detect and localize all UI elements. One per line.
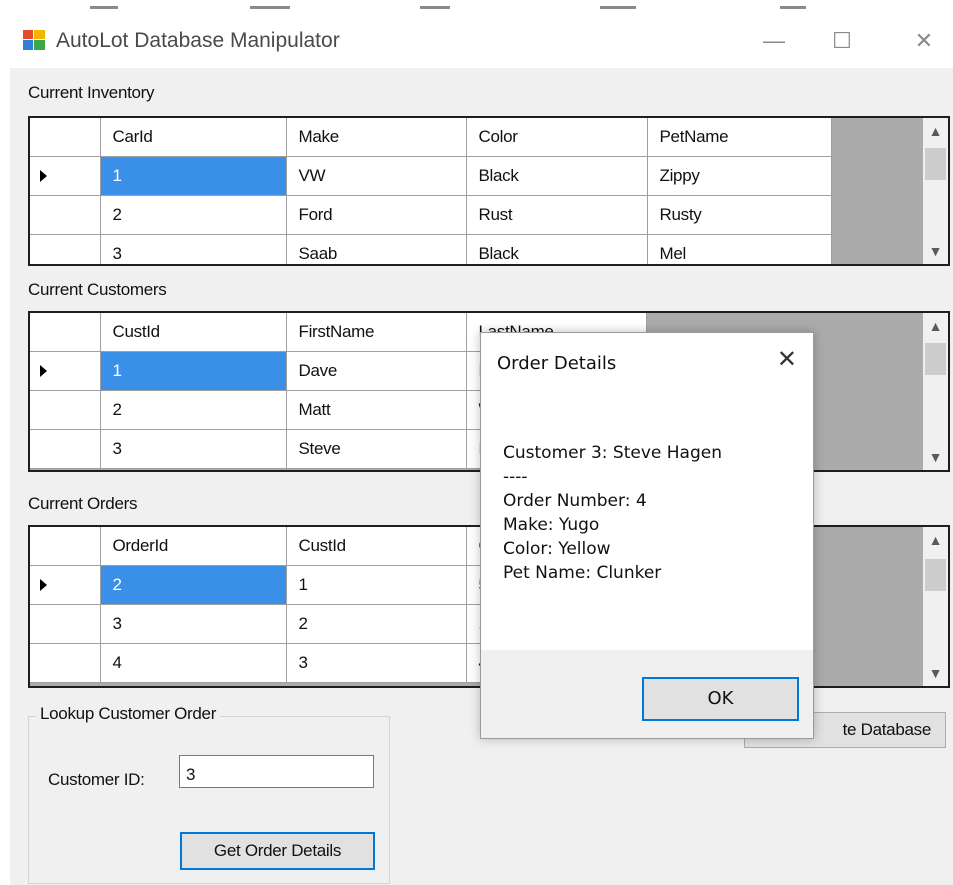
orders-label: Current Orders xyxy=(28,494,138,513)
vertical-scrollbar[interactable]: ▲ ▼ xyxy=(923,118,948,264)
table-cell[interactable]: Rusty xyxy=(647,195,832,235)
message-line: Make: Yugo xyxy=(503,515,600,535)
inventory-header-row: CarId Make Color PetName xyxy=(30,118,832,157)
customer-id-input[interactable]: 3 xyxy=(179,755,374,788)
row-header[interactable] xyxy=(30,643,101,683)
row-header-current[interactable] xyxy=(30,156,101,196)
background-fragment xyxy=(250,6,290,9)
minimize-button[interactable]: — xyxy=(754,24,794,58)
table-cell[interactable]: Black xyxy=(466,234,648,264)
scroll-up-arrow-icon[interactable]: ▲ xyxy=(923,315,948,337)
row-header[interactable] xyxy=(30,195,101,235)
column-header-make[interactable]: Make xyxy=(286,118,467,157)
column-header-carid[interactable]: CarId xyxy=(100,118,287,157)
corner-header-cell[interactable] xyxy=(30,527,101,566)
column-header-orderid[interactable]: OrderId xyxy=(100,527,287,566)
corner-header-cell[interactable] xyxy=(30,118,101,157)
background-fragment xyxy=(90,6,118,9)
scroll-thumb[interactable] xyxy=(925,559,946,591)
row-header[interactable] xyxy=(30,234,101,264)
dialog-button-area: OK xyxy=(481,650,813,738)
scroll-down-arrow-icon[interactable]: ▼ xyxy=(923,662,948,684)
background-window-strip xyxy=(0,0,953,14)
table-cell[interactable]: 3 xyxy=(100,429,287,469)
table-cell[interactable]: Matt xyxy=(286,390,467,430)
table-cell[interactable]: 3 xyxy=(100,234,287,264)
table-cell[interactable]: Ford xyxy=(286,195,467,235)
table-row[interactable]: 1 VW Black Zippy xyxy=(30,156,832,196)
table-cell[interactable]: 2 xyxy=(286,604,467,644)
table-cell[interactable]: Rust xyxy=(466,195,648,235)
message-line: Order Number: 4 xyxy=(503,491,647,511)
scroll-thumb[interactable] xyxy=(925,148,946,180)
dialog-close-icon[interactable]: ✕ xyxy=(777,345,797,373)
table-cell[interactable]: Zippy xyxy=(647,156,832,196)
inventory-table: CarId Make Color PetName 1 VW Black Zipp… xyxy=(30,118,832,264)
ok-button[interactable]: OK xyxy=(642,677,799,721)
row-header-current[interactable] xyxy=(30,351,101,391)
inventory-grid[interactable]: CarId Make Color PetName 1 VW Black Zipp… xyxy=(28,116,950,266)
table-cell[interactable]: 1 xyxy=(286,565,467,605)
row-header[interactable] xyxy=(30,390,101,430)
message-line: ---- xyxy=(503,467,528,487)
current-row-arrow-icon xyxy=(40,364,47,377)
scroll-thumb[interactable] xyxy=(925,343,946,375)
message-line: Color: Yellow xyxy=(503,539,611,559)
scroll-up-arrow-icon[interactable]: ▲ xyxy=(923,529,948,551)
table-row[interactable]: 3 Saab Black Mel xyxy=(30,234,832,264)
table-cell[interactable]: Dave xyxy=(286,351,467,391)
dialog-message: Customer 3: Steve Hagen ---- Order Numbe… xyxy=(503,441,793,585)
customers-label: Current Customers xyxy=(28,280,167,299)
vertical-scrollbar[interactable]: ▲ ▼ xyxy=(923,527,948,686)
lookup-group-title: Lookup Customer Order xyxy=(36,704,221,724)
close-button[interactable]: ✕ xyxy=(904,24,944,58)
table-cell[interactable]: 2 xyxy=(100,195,287,235)
message-line: Customer 3: Steve Hagen xyxy=(503,443,722,463)
window-title: AutoLot Database Manipulator xyxy=(56,29,340,52)
table-row[interactable]: 2 Ford Rust Rusty xyxy=(30,195,832,235)
row-header[interactable] xyxy=(30,604,101,644)
column-header-firstname[interactable]: FirstName xyxy=(286,313,467,352)
table-cell[interactable]: Mel xyxy=(647,234,832,264)
table-cell-selected[interactable]: 2 xyxy=(100,565,287,605)
table-cell[interactable]: Steve xyxy=(286,429,467,469)
background-fragment xyxy=(420,6,450,9)
table-cell[interactable]: 3 xyxy=(286,643,467,683)
order-details-dialog: Order Details ✕ Customer 3: Steve Hagen … xyxy=(480,332,814,739)
customer-id-label: Customer ID: xyxy=(48,770,145,789)
table-cell[interactable]: VW xyxy=(286,156,467,196)
get-order-details-button[interactable]: Get Order Details xyxy=(180,832,375,870)
scroll-down-arrow-icon[interactable]: ▼ xyxy=(923,446,948,468)
inventory-label: Current Inventory xyxy=(28,83,155,102)
maximize-button[interactable]: ☐ xyxy=(822,24,862,58)
table-cell[interactable]: 3 xyxy=(100,604,287,644)
background-fragment xyxy=(600,6,636,9)
table-cell[interactable]: Black xyxy=(466,156,648,196)
app-form-icon xyxy=(23,30,45,50)
row-header[interactable] xyxy=(30,429,101,469)
table-cell-selected[interactable]: 1 xyxy=(100,351,287,391)
vertical-scrollbar[interactable]: ▲ ▼ xyxy=(923,313,948,470)
column-header-custid[interactable]: CustId xyxy=(100,313,287,352)
background-fragment xyxy=(780,6,806,9)
title-bar[interactable]: AutoLot Database Manipulator — ☐ ✕ xyxy=(10,14,953,68)
table-cell[interactable]: Saab xyxy=(286,234,467,264)
row-header-current[interactable] xyxy=(30,565,101,605)
table-cell[interactable]: 2 xyxy=(100,390,287,430)
table-cell-selected[interactable]: 1 xyxy=(100,156,287,196)
column-header-petname[interactable]: PetName xyxy=(647,118,832,157)
column-header-custid[interactable]: CustId xyxy=(286,527,467,566)
table-cell[interactable]: 4 xyxy=(100,643,287,683)
message-line: Pet Name: Clunker xyxy=(503,563,662,583)
dialog-title: Order Details xyxy=(497,353,617,374)
current-row-arrow-icon xyxy=(40,578,47,591)
column-header-color[interactable]: Color xyxy=(466,118,648,157)
current-row-arrow-icon xyxy=(40,169,47,182)
scroll-up-arrow-icon[interactable]: ▲ xyxy=(923,120,948,142)
scroll-down-arrow-icon[interactable]: ▼ xyxy=(923,240,948,262)
corner-header-cell[interactable] xyxy=(30,313,101,352)
